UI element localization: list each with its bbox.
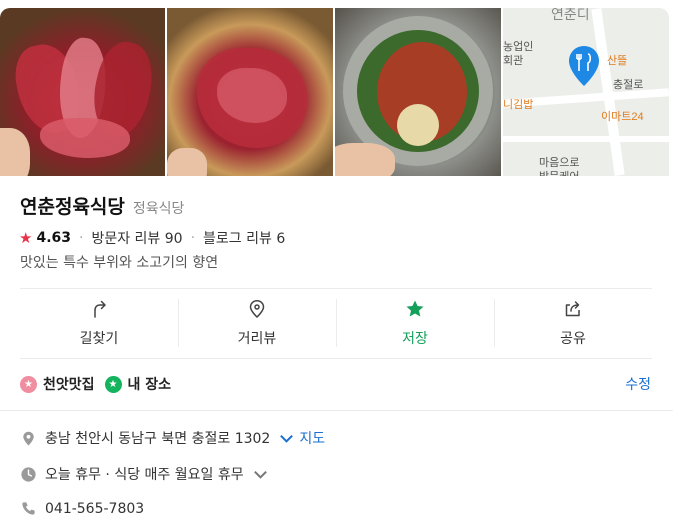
map-label-restaurant: 산뜰 (607, 55, 628, 67)
share-label: 공유 (560, 330, 586, 347)
phone-row[interactable]: 041-565-7803 (20, 500, 144, 517)
saved-lists-row: ★ 천앗맛집 ★ 내 장소 (20, 374, 175, 394)
saved-list-1[interactable]: 천앗맛집 (43, 374, 95, 394)
phone-number: 041-565-7803 (45, 500, 145, 517)
place-description: 맛있는 특수 부위와 소고기의 향연 (20, 255, 219, 271)
review-stats: ★ 4.63 · 방문자 리뷰 90 · 블로그 리뷰 6 (19, 228, 285, 248)
directions-button[interactable]: 길찾기 (20, 288, 178, 358)
address-text: 충남 천안시 동남구 북면 충절로 1302 (45, 431, 271, 447)
hours-row[interactable]: 오늘 휴무 · 식당 매주 월요일 휴무 (20, 464, 269, 484)
clock-icon (21, 466, 36, 482)
hours-text: 오늘 휴무 · 식당 매주 월요일 휴무 (45, 467, 244, 483)
map-label-bank2: 회관 (503, 55, 524, 67)
meat-platter-photo[interactable] (0, 8, 165, 176)
street-view-button[interactable]: 거리뷰 (178, 288, 336, 358)
phone-icon (22, 502, 35, 515)
place-category: 정육식당 (132, 201, 185, 217)
map-label-mart: 이마트24 (601, 111, 644, 123)
action-bar: 길찾기 거리뷰 저장 공유 (20, 288, 652, 358)
divider (0, 410, 673, 411)
chevron-down-icon (253, 470, 267, 479)
divider (20, 358, 652, 359)
save-label: 저장 (402, 330, 428, 347)
edit-lists-button[interactable]: 수정 (625, 374, 651, 394)
location-pin-icon (23, 431, 34, 446)
blog-reviews-link[interactable]: 블로그 리뷰 6 (203, 228, 285, 248)
rating-star-icon: ★ (19, 229, 33, 247)
directions-icon (94, 300, 106, 318)
map-pin-icon (569, 46, 599, 86)
save-button[interactable]: 저장 (336, 288, 494, 358)
list-star-icon: ★ (104, 375, 122, 393)
map-link-label: 지도 (299, 431, 326, 447)
address-row: 충남 천안시 동남구 북면 충절로 1302 지도 (20, 428, 325, 448)
visitor-reviews-link[interactable]: 방문자 리뷰 90 (91, 228, 182, 248)
share-icon (565, 300, 580, 316)
map-label-kimbap: 니김밥 (503, 99, 534, 111)
directions-label: 길찾기 (79, 330, 119, 347)
place-name: 연춘정육식당 (20, 196, 125, 218)
marinated-meat-photo[interactable] (167, 8, 333, 176)
naengmyeon-bowl-photo[interactable] (335, 8, 501, 176)
location-pin-icon (249, 299, 265, 318)
place-card: 연춘디 농업인 회관 산뜰 충절로 니김밥 이마트24 마음으로 방문케어 연춘… (0, 0, 673, 522)
list-star-icon: ★ (20, 375, 37, 393)
map-label-top: 연춘디 (551, 8, 590, 22)
separator: · (79, 230, 84, 246)
photo-strip: 연춘디 농업인 회관 산뜰 충절로 니김밥 이마트24 마음으로 방문케어 (0, 8, 669, 176)
title-row: 연춘정육식당 정육식당 (20, 192, 184, 219)
separator: · (190, 230, 196, 246)
share-button[interactable]: 공유 (494, 288, 652, 358)
chevron-down-icon (280, 434, 294, 443)
map-link[interactable]: 지도 (278, 428, 325, 448)
street-view-label: 거리뷰 (237, 330, 277, 347)
star-icon (406, 300, 424, 316)
map-label-care2: 방문케어 (539, 168, 579, 176)
rating-value: 4.63 (36, 230, 71, 246)
map-label-road: 충절로 (613, 79, 644, 91)
saved-list-2[interactable]: 내 장소 (128, 374, 172, 394)
map-thumbnail[interactable]: 연춘디 농업인 회관 산뜰 충절로 니김밥 이마트24 마음으로 방문케어 (503, 8, 669, 176)
